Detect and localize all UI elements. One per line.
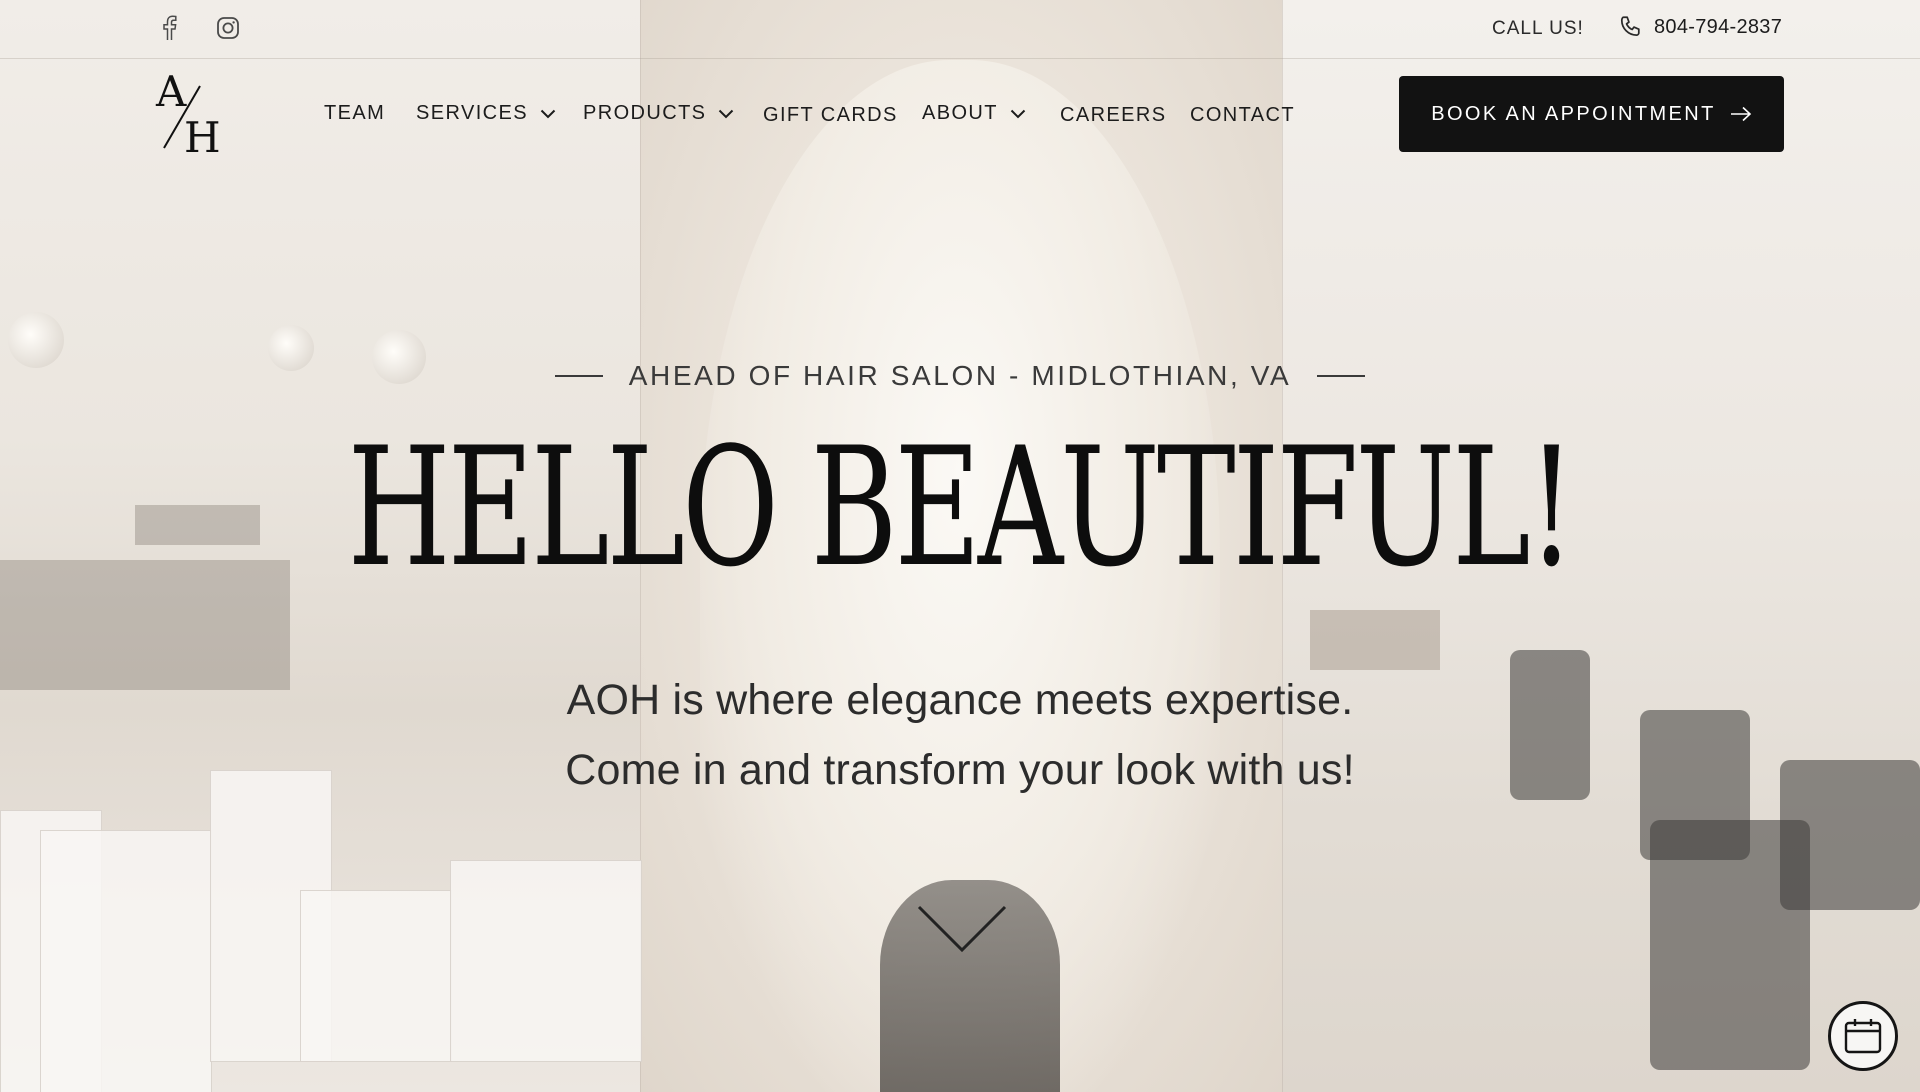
nav-gift-cards-label: GIFT CARDS	[763, 104, 898, 126]
phone-number: 804-794-2837	[1654, 15, 1783, 38]
phone-icon	[1620, 16, 1640, 36]
hero-subtitle-line-2: Come in and transform your look with us!	[565, 746, 1355, 794]
utility-bar: CALL US! 804-794-2837	[0, 0, 1920, 59]
facebook-link[interactable]	[155, 14, 183, 42]
eyebrow-rule-left	[554, 375, 603, 377]
product-box	[40, 830, 212, 1092]
hero-headline: HELLO BEAUTIFUL!	[347, 412, 1576, 603]
nav-products[interactable]: PRODUCTS	[583, 102, 734, 125]
logo-mark: A H	[155, 67, 221, 162]
nav-careers-label: CAREERS	[1060, 104, 1167, 126]
chevron-down-icon	[719, 109, 734, 118]
eyebrow-rule-right	[1317, 375, 1366, 377]
nav-careers[interactable]: CAREERS	[1060, 104, 1167, 127]
hero-subtitle-line-1: AOH is where elegance meets expertise.	[566, 676, 1354, 724]
chevron-down-icon	[1010, 109, 1026, 118]
facebook-icon	[163, 15, 177, 40]
phone-link[interactable]: 804-794-2837	[1618, 14, 1782, 40]
book-appointment-button[interactable]: BOOK AN APPOINTMENT	[1399, 76, 1784, 152]
product-box	[450, 860, 642, 1062]
reception-desk	[0, 560, 290, 690]
hero-eyebrow: AHEAD OF HAIR SALON - MIDLOTHIAN, VA	[0, 360, 1920, 392]
nav-services[interactable]: SERVICES	[416, 102, 556, 125]
svg-text:H: H	[184, 113, 221, 156]
wash-station	[1310, 610, 1440, 670]
product-box	[300, 890, 452, 1062]
eyebrow-text: AHEAD OF HAIR SALON - MIDLOTHIAN, VA	[628, 360, 1292, 391]
calendar-icon	[1844, 1019, 1882, 1054]
ah-monogram-logo[interactable]: A H	[154, 67, 234, 162]
nav-about-label: ABOUT	[922, 102, 998, 124]
nav-team[interactable]: TEAM	[324, 102, 385, 125]
arrow-right-icon	[1730, 106, 1751, 122]
nav-gift-cards[interactable]: GIFT CARDS	[763, 104, 898, 127]
nav-contact[interactable]: CONTACT	[1190, 104, 1295, 127]
booking-widget-button[interactable]	[1828, 1001, 1898, 1071]
chevron-down-icon	[917, 905, 1007, 953]
instagram-link[interactable]	[214, 14, 242, 42]
book-appointment-label: BOOK AN APPOINTMENT	[1431, 102, 1716, 125]
nav-contact-label: CONTACT	[1190, 104, 1295, 126]
monitor	[135, 505, 260, 545]
chevron-down-icon	[540, 109, 556, 118]
scroll-down-button[interactable]	[916, 904, 1008, 954]
instagram-icon	[217, 17, 239, 39]
nav-team-label: TEAM	[324, 102, 386, 124]
call-us-label: CALL US!	[1492, 18, 1584, 39]
svg-text:A: A	[155, 68, 187, 116]
nav-about[interactable]: ABOUT	[922, 102, 1026, 125]
nav-products-label: PRODUCTS	[583, 102, 707, 124]
nav-services-label: SERVICES	[416, 102, 528, 124]
